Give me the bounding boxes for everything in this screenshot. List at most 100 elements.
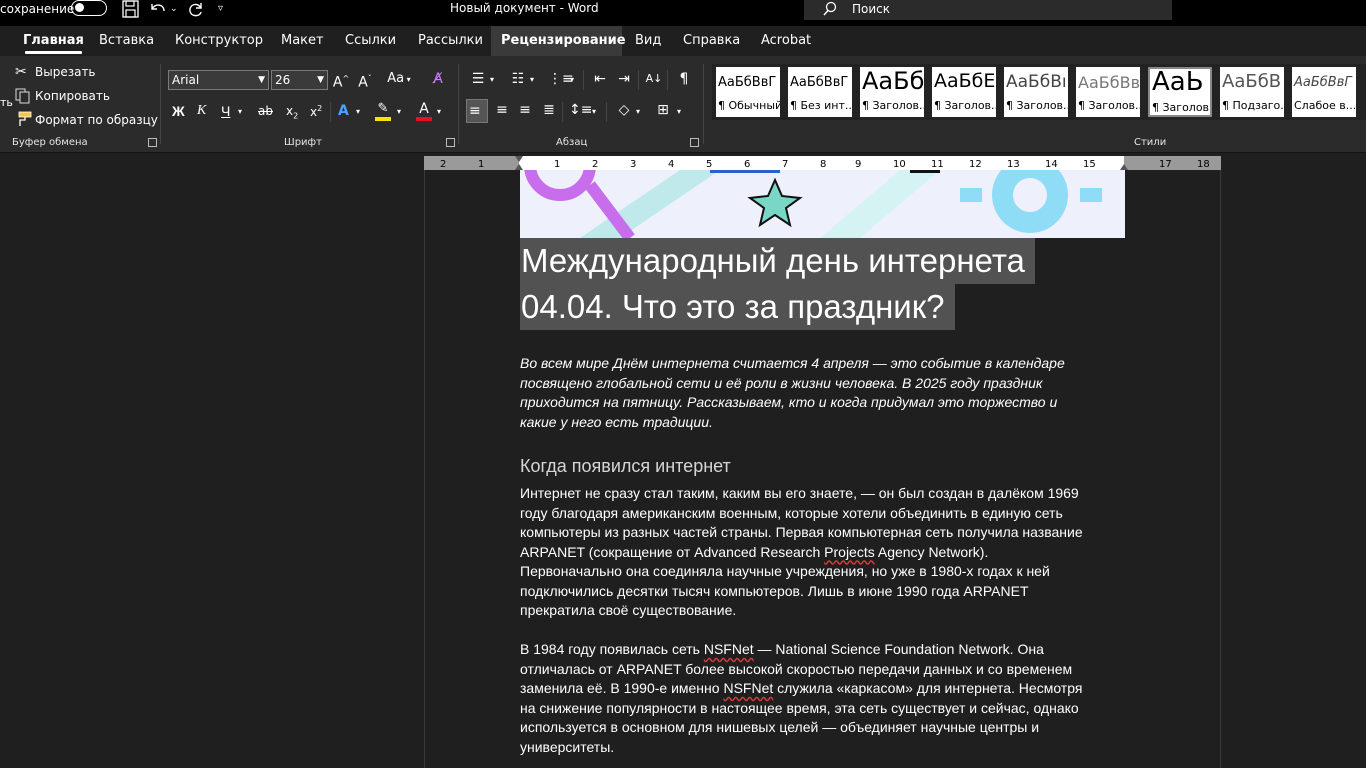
style-name: ¶ Заголов... <box>1152 101 1210 114</box>
style-normal[interactable]: АаБбВвГ ¶ Обычный <box>716 67 780 117</box>
paragraph-launcher-icon[interactable] <box>690 138 699 147</box>
lead-paragraph[interactable]: Во всем мире Днём интернета считается 4 … <box>520 354 1105 432</box>
undo-dropdown-icon[interactable]: ⌄ <box>170 0 178 18</box>
multilevel-dropdown-icon[interactable]: ▾ <box>570 71 574 89</box>
clear-formatting-icon[interactable]: A̸ <box>428 70 448 88</box>
font-launcher-icon[interactable] <box>446 138 455 147</box>
body-paragraph-1[interactable]: Интернет не сразу стал таким, каким вы е… <box>520 484 1125 621</box>
document-title-line-1[interactable]: Международный день интернета <box>520 238 1035 284</box>
align-center-icon[interactable]: ≡ <box>492 101 512 119</box>
search-box[interactable]: Поиск <box>804 0 1172 20</box>
text-effects-icon[interactable]: A <box>338 102 349 120</box>
underline-icon[interactable]: Ч <box>221 102 230 120</box>
clipboard-launcher-icon[interactable] <box>148 138 157 147</box>
grow-font-icon[interactable]: A^ <box>332 70 350 92</box>
tab-design[interactable]: Конструктор <box>165 26 273 56</box>
styles-gallery: АаБбВвГ ¶ Обычный АаБбВвГ ¶ Без инт... АаБ… <box>712 64 1366 120</box>
separator <box>667 70 668 90</box>
tab-view[interactable]: Вид <box>625 26 671 56</box>
shrink-font-icon[interactable]: Aˇ <box>356 70 374 92</box>
align-left-button[interactable]: ≡ <box>466 99 488 123</box>
bold-icon[interactable]: Ж <box>172 102 185 120</box>
highlight-icon[interactable]: ✎ <box>375 100 391 121</box>
style-title[interactable]: АаЬ ¶ Заголов... <box>1148 67 1212 117</box>
tab-home[interactable]: Главная <box>13 26 94 56</box>
paste-button-label[interactable]: ть <box>0 96 13 109</box>
font-family-select[interactable]: Arial ▼ <box>168 70 269 90</box>
ruler-tick: 17 <box>1159 159 1172 170</box>
undo-icon[interactable] <box>148 0 168 20</box>
paragraph-line: году благодаря американским военным, кот… <box>520 504 1063 521</box>
style-name: ¶ Без инт... <box>790 99 852 112</box>
tab-references[interactable]: Ссылки <box>335 26 406 56</box>
change-case-button[interactable]: Аа ▾ <box>386 70 412 89</box>
justify-icon[interactable]: ≣ <box>539 101 559 119</box>
shading-icon[interactable]: ◇ <box>614 101 634 119</box>
customize-qat-icon[interactable]: ▿ <box>218 0 223 18</box>
section-heading[interactable]: Когда появился интернет <box>520 456 731 477</box>
line-spacing-dropdown-icon[interactable]: ▾ <box>592 103 596 121</box>
style-sample: АаЬ <box>1152 67 1204 97</box>
text-effects-dropdown-icon[interactable]: ▾ <box>356 103 360 121</box>
tab-insert[interactable]: Вставка <box>89 26 164 56</box>
font-color-icon[interactable]: A <box>416 100 432 121</box>
shading-dropdown-icon[interactable]: ▾ <box>636 103 640 121</box>
tab-review[interactable]: Рецензирование <box>491 26 626 56</box>
multilevel-list-icon[interactable]: ⋮≡ <box>548 70 574 88</box>
autosave-toggle[interactable] <box>71 0 107 16</box>
style-name: ¶ Обычный <box>718 99 780 112</box>
borders-dropdown-icon[interactable]: ▾ <box>677 103 681 121</box>
document-title-line-2[interactable]: 04.04. Что это за праздник? <box>520 284 955 330</box>
spellcheck-word: Projects <box>824 543 875 560</box>
lead-line: какие у него есть традиции. <box>520 413 713 430</box>
style-name: ¶ Заголов... <box>862 99 924 112</box>
separator <box>562 102 563 122</box>
cut-button[interactable]: Вырезать <box>35 65 96 79</box>
numbering-icon[interactable]: ☷ <box>508 70 528 88</box>
style-heading-1[interactable]: АаБб ¶ Заголов... <box>860 67 924 117</box>
numbering-dropdown-icon[interactable]: ▾ <box>530 71 534 89</box>
subscript-icon[interactable]: x2 <box>286 102 298 125</box>
document-page[interactable]: Международный день интернета 04.04. Что … <box>424 170 1221 768</box>
tab-mailings[interactable]: Рассылки <box>408 26 493 56</box>
highlight-dropdown-icon[interactable]: ▾ <box>397 103 401 121</box>
tab-acrobat[interactable]: Acrobat <box>751 26 821 56</box>
horizontal-ruler[interactable]: 2 1 1 2 3 4 5 6 7 8 9 10 11 12 13 14 15 … <box>424 156 1221 170</box>
borders-icon[interactable]: ⊞ <box>653 101 673 119</box>
paragraph-line: прекратила своё существование. <box>520 602 737 618</box>
style-subtitle[interactable]: АаБбВ ¶ Подзаго... <box>1220 67 1284 117</box>
bullets-icon[interactable]: ☰ <box>468 70 488 88</box>
strikethrough-icon[interactable]: ab <box>258 102 273 120</box>
bullets-dropdown-icon[interactable]: ▾ <box>490 71 494 89</box>
ruler-tick: 4 <box>668 159 675 170</box>
italic-icon[interactable]: К <box>197 102 206 120</box>
hero-image[interactable] <box>520 170 1125 238</box>
save-icon[interactable] <box>121 0 141 20</box>
style-heading-4[interactable]: АаБбВві ¶ Заголов... <box>1076 67 1140 117</box>
body-paragraph-2[interactable]: В 1984 году появилась сеть NSFNet — Nati… <box>520 640 1125 757</box>
superscript-icon[interactable]: x2 <box>310 100 322 121</box>
style-heading-3[interactable]: АаБбВı ¶ Заголов... <box>1004 67 1068 117</box>
line-spacing-icon[interactable]: ↕≡ <box>569 101 592 119</box>
ruler-tick: 3 <box>630 159 637 170</box>
first-line-indent-marker[interactable] <box>515 156 523 162</box>
increase-indent-icon[interactable]: ⇥ <box>614 70 634 88</box>
decrease-indent-icon[interactable]: ⇤ <box>590 70 610 88</box>
tab-layout[interactable]: Макет <box>271 26 334 56</box>
redo-icon[interactable] <box>186 0 206 20</box>
style-subtle-emphasis[interactable]: АаБбВвГ Слабое в... <box>1292 67 1356 117</box>
tab-help[interactable]: Справка <box>673 26 750 56</box>
font-size-select[interactable]: 26 ▼ <box>271 70 328 90</box>
style-heading-2[interactable]: АаБбЕ ¶ Заголов... <box>932 67 996 117</box>
styles-group-label: Стили <box>1134 137 1167 148</box>
underline-dropdown-icon[interactable]: ▾ <box>238 103 242 121</box>
style-no-spacing[interactable]: АаБбВвГ ¶ Без инт... <box>788 67 852 117</box>
show-formatting-marks-icon[interactable]: ¶ <box>674 70 694 88</box>
align-right-icon[interactable]: ≡ <box>515 101 535 119</box>
sort-icon[interactable]: A↓ <box>644 70 664 88</box>
title-bar: сохранение ⌄ ▿ Новый документ - Word Пои… <box>0 0 1366 26</box>
copy-button[interactable]: Копировать <box>35 89 110 103</box>
font-color-dropdown-icon[interactable]: ▾ <box>437 103 441 121</box>
format-painter-button[interactable]: Формат по образцу <box>35 113 158 127</box>
style-sample: АаБбЕ <box>934 70 996 92</box>
